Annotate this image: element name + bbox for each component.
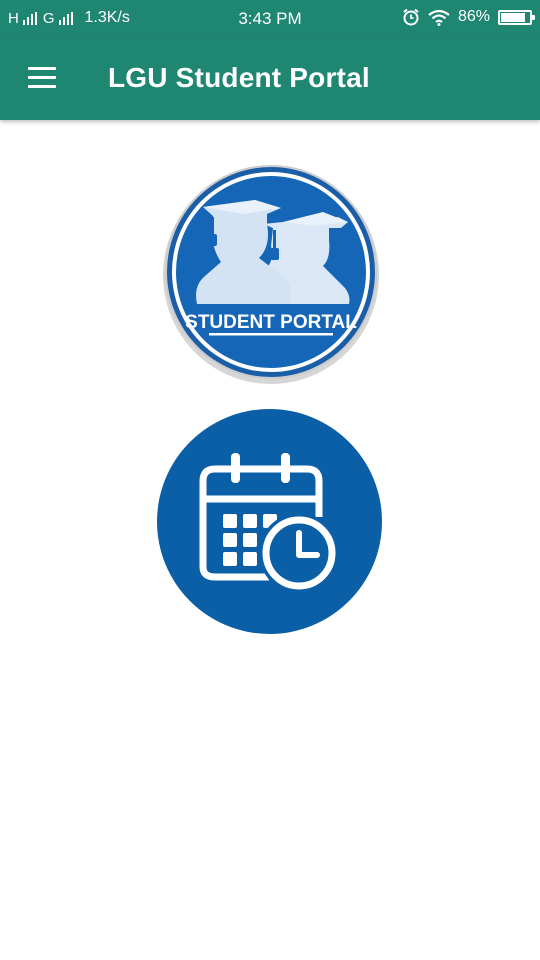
- student-portal-label: STUDENT PORTAL: [185, 312, 357, 333]
- menu-icon: [28, 67, 56, 70]
- timetable-button[interactable]: [157, 409, 382, 634]
- student-portal-logo: STUDENT PORTAL: [163, 165, 379, 384]
- student-portal-button[interactable]: STUDENT PORTAL: [163, 162, 379, 384]
- alarm-icon: [403, 8, 419, 26]
- app-title: LGU Student Portal: [108, 62, 370, 93]
- wifi-icon: [428, 9, 450, 26]
- battery-icon: [498, 9, 535, 25]
- status-right: 86%: [402, 8, 535, 26]
- app-bar: LGU Student Portal: [0, 38, 540, 120]
- status-bar: H G 1.3K/s 3:43 PM 86%: [0, 0, 540, 38]
- battery-percent: 86%: [457, 8, 490, 25]
- calendar-clock-icon: [157, 409, 382, 634]
- menu-button[interactable]: [26, 67, 58, 91]
